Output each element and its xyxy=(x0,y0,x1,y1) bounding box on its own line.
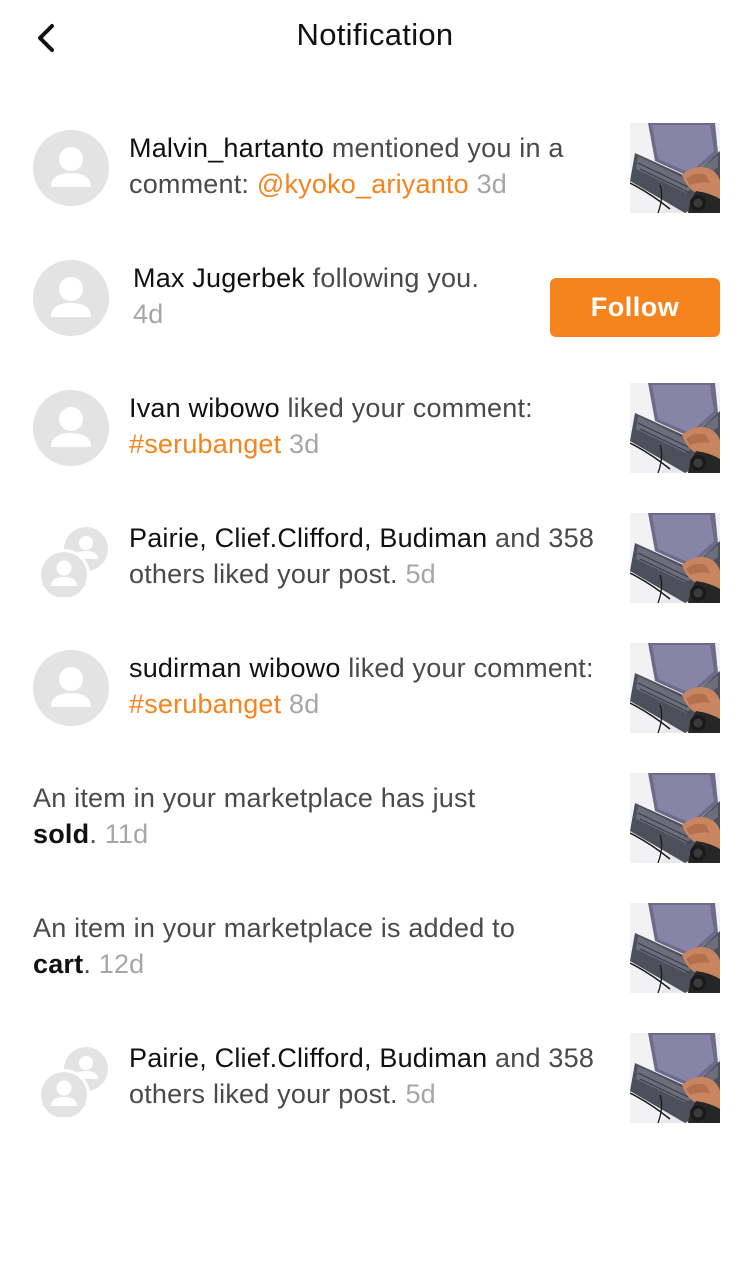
laptop-photo-thumbnail[interactable] xyxy=(630,123,720,213)
timestamp: 4d xyxy=(133,299,164,329)
user-name[interactable]: Ivan wibowo xyxy=(129,393,280,423)
avatar-icon[interactable] xyxy=(33,130,109,206)
hashtag-link[interactable]: #serubanget xyxy=(129,429,281,459)
user-name[interactable]: Max Jugerbek xyxy=(133,263,305,293)
notification-text: Max Jugerbek following you. 4d xyxy=(133,263,480,329)
notification-item[interactable]: Ivan wibowo liked your comment: #seruban… xyxy=(0,383,750,513)
timestamp: 3d xyxy=(476,169,507,199)
group-avatar-icon[interactable] xyxy=(36,1041,112,1117)
user-name[interactable]: sudirman wibowo xyxy=(129,653,341,683)
notification-item[interactable]: An item in your marketplace is added to … xyxy=(0,903,750,1033)
laptop-photo-thumbnail[interactable] xyxy=(630,383,720,473)
follow-button[interactable]: Follow xyxy=(550,278,720,337)
notification-item[interactable]: Pairie, Clief.Clifford, Budiman and 358 … xyxy=(0,1033,750,1163)
timestamp: 11d xyxy=(104,819,149,849)
notification-text: Ivan wibowo liked your comment: #seruban… xyxy=(129,393,533,459)
user-names[interactable]: Pairie, Clief.Clifford, Budiman xyxy=(129,523,487,553)
page-title: Notification xyxy=(296,17,454,52)
laptop-photo-thumbnail[interactable] xyxy=(630,903,720,993)
timestamp: 5d xyxy=(405,559,436,589)
user-name[interactable]: Malvin_hartanto xyxy=(129,133,324,163)
avatar-icon[interactable] xyxy=(33,650,109,726)
timestamp: 3d xyxy=(289,429,320,459)
timestamp: 8d xyxy=(289,689,320,719)
mention-link[interactable]: @kyoko_ariyanto xyxy=(257,169,469,199)
hashtag-link[interactable]: #serubanget xyxy=(129,689,281,719)
avatar-icon[interactable] xyxy=(33,260,109,336)
notification-text: An item in your marketplace has just sol… xyxy=(33,783,476,849)
notification-item[interactable]: sudirman wibowo liked your comment: #ser… xyxy=(0,643,750,773)
notification-text: Pairie, Clief.Clifford, Budiman and 358 … xyxy=(129,523,595,589)
user-names[interactable]: Pairie, Clief.Clifford, Budiman xyxy=(129,1043,487,1073)
notification-item[interactable]: An item in your marketplace has just sol… xyxy=(0,773,750,903)
laptop-photo-thumbnail[interactable] xyxy=(630,1033,720,1123)
notification-text: Malvin_hartanto mentioned you in a comme… xyxy=(129,133,564,199)
notification-text: sudirman wibowo liked your comment: #ser… xyxy=(129,653,594,719)
laptop-photo-thumbnail[interactable] xyxy=(630,643,720,733)
avatar-icon[interactable] xyxy=(33,390,109,466)
timestamp: 5d xyxy=(405,1079,436,1109)
notification-text: An item in your marketplace is added to … xyxy=(33,913,516,979)
top-navigation-bar: Notification xyxy=(0,0,750,76)
laptop-photo-thumbnail[interactable] xyxy=(630,513,720,603)
group-avatar-icon[interactable] xyxy=(36,521,112,597)
notification-item[interactable]: Malvin_hartanto mentioned you in a comme… xyxy=(0,123,750,253)
laptop-photo-thumbnail[interactable] xyxy=(630,773,720,863)
notification-item[interactable]: Pairie, Clief.Clifford, Budiman and 358 … xyxy=(0,513,750,643)
timestamp: 12d xyxy=(98,949,145,979)
notification-text: Pairie, Clief.Clifford, Budiman and 358 … xyxy=(129,1043,595,1109)
notification-item[interactable]: Max Jugerbek following you. 4d Follow xyxy=(0,253,750,383)
